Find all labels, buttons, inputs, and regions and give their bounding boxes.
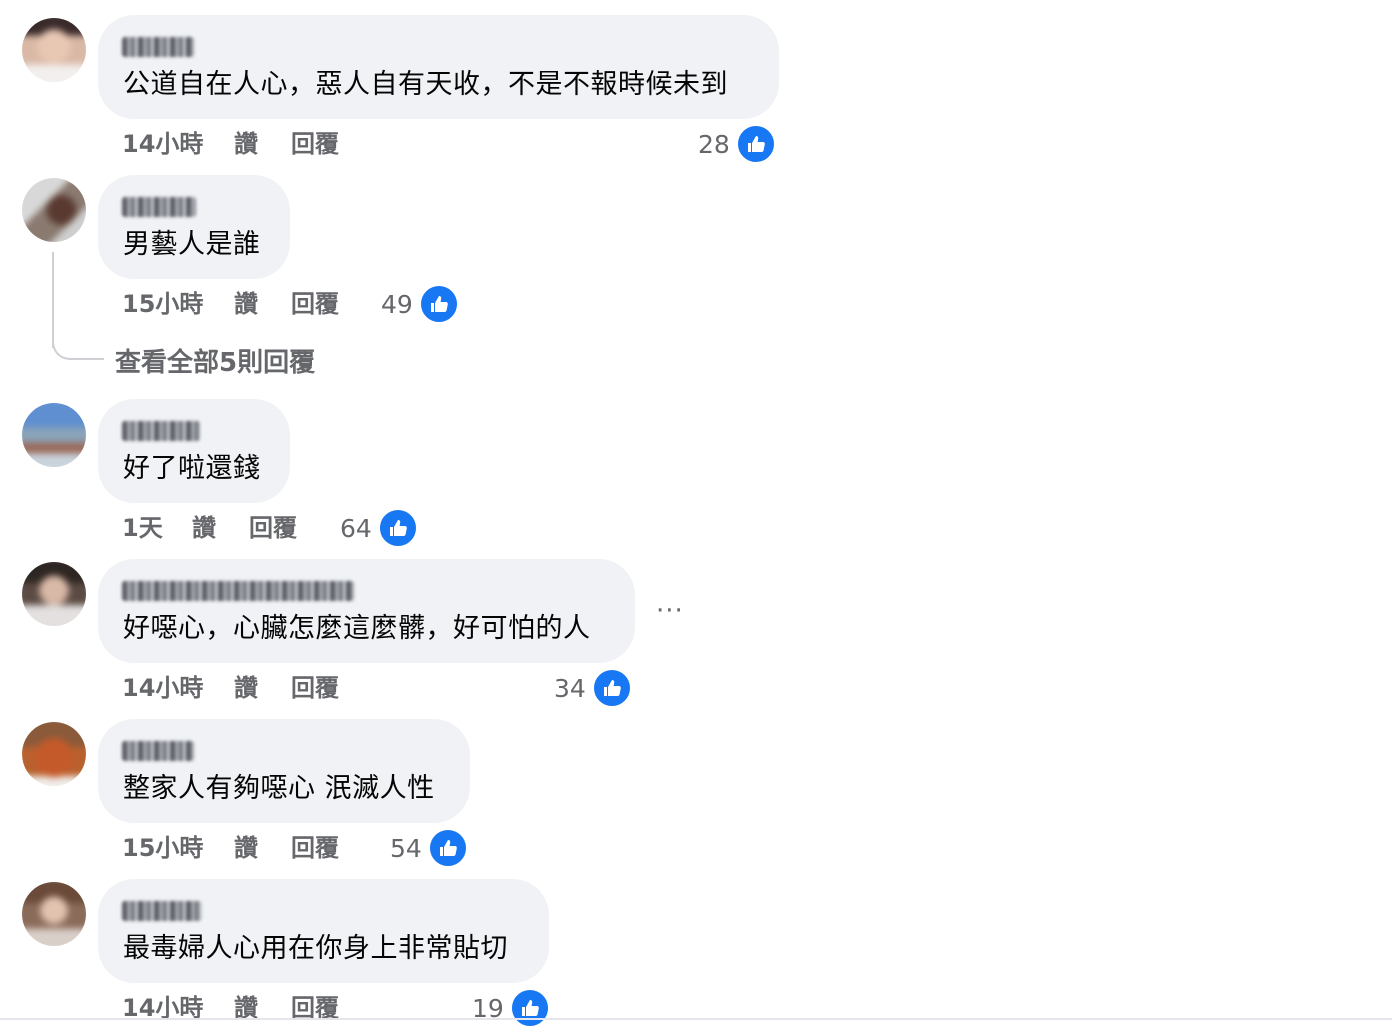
reply-button[interactable]: 回覆 [249,511,297,545]
like-count: 34 [554,673,586,703]
comment-text: 好噁心，心臟怎麼這麼髒，好可怕的人 [123,613,591,644]
comment-meta: 14小時 讚 回覆 [122,671,522,705]
avatar[interactable] [22,722,86,786]
timestamp[interactable]: 15小時 [122,831,203,865]
reaction-count[interactable]: 28 [698,124,776,164]
comment-bubble: 男藝人是誰 [98,175,290,279]
reply-button[interactable]: 回覆 [291,831,339,865]
author-name[interactable] [122,421,200,441]
avatar[interactable] [22,403,86,467]
thread-connector [52,320,104,360]
comment-bubble: 公道自在人心，惡人自有天收，不是不報時候未到 [98,15,779,119]
author-name[interactable] [122,581,354,601]
timestamp[interactable]: 14小時 [122,127,203,161]
more-options-button[interactable]: ··· [656,596,684,626]
comment-bubble: 整家人有夠噁心 泯滅人性 [98,719,470,823]
like-button[interactable]: 讚 [234,287,258,321]
like-button[interactable]: 讚 [234,831,258,865]
comment-bubble: 最毒婦人心用在你身上非常貼切 [98,879,549,983]
avatar[interactable] [22,178,86,242]
like-count: 28 [698,129,730,159]
thumbs-up-icon [591,668,632,708]
like-count: 64 [340,513,372,543]
comment-bubble: 好噁心，心臟怎麼這麼髒，好可怕的人 [98,559,635,663]
author-name[interactable] [122,741,194,761]
author-name[interactable] [122,37,194,57]
comment-meta: 15小時 讚 回覆 [122,831,422,865]
comment-bubble: 好了啦還錢 [98,399,290,503]
author-name[interactable] [122,197,196,217]
reply-button[interactable]: 回覆 [291,287,339,321]
author-name[interactable] [122,901,202,921]
reply-button[interactable]: 回覆 [291,671,339,705]
thumbs-up-icon [509,988,550,1028]
like-count: 49 [381,289,413,319]
reaction-count[interactable]: 54 [390,828,468,868]
reaction-count[interactable]: 19 [472,988,550,1028]
reaction-count[interactable]: 49 [381,284,459,324]
comment-text: 好了啦還錢 [123,453,261,484]
timestamp[interactable]: 14小時 [122,671,203,705]
comment-meta: 15小時 讚 回覆 [122,287,422,321]
timestamp[interactable]: 1天 [122,511,163,545]
like-button[interactable]: 讚 [192,511,216,545]
comment-text: 男藝人是誰 [123,229,261,260]
avatar[interactable] [22,562,86,626]
thumbs-up-icon [377,508,418,548]
avatar[interactable] [22,882,86,946]
thumbs-up-icon [427,828,468,868]
reaction-count[interactable]: 64 [340,508,418,548]
like-count: 54 [390,833,422,863]
comment-text: 公道自在人心，惡人自有天收，不是不報時候未到 [123,69,728,100]
divider [0,1018,1392,1020]
like-button[interactable]: 讚 [234,127,258,161]
comment-text: 整家人有夠噁心 泯滅人性 [123,773,435,804]
comment-text: 最毒婦人心用在你身上非常貼切 [123,933,508,964]
reply-button[interactable]: 回覆 [291,127,339,161]
avatar[interactable] [22,18,86,82]
view-replies-link[interactable]: 查看全部5則回覆 [115,342,315,379]
reaction-count[interactable]: 34 [554,668,632,708]
thumbs-up-icon [735,124,776,164]
timestamp[interactable]: 15小時 [122,287,203,321]
thumbs-up-icon [418,284,459,324]
like-button[interactable]: 讚 [234,671,258,705]
